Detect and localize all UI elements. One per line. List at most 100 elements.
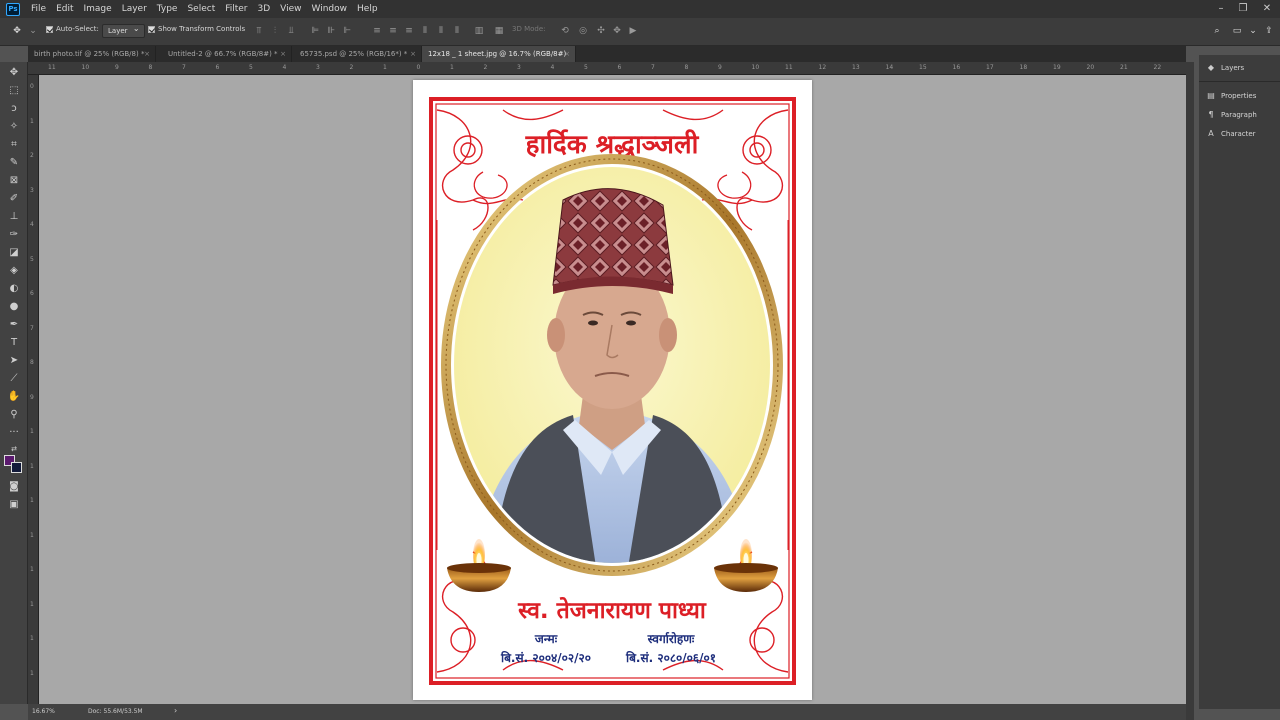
panel-layers[interactable]: ◆ Layers <box>1207 63 1244 72</box>
path-selection-icon[interactable]: ➤ <box>7 354 21 368</box>
restore-icon[interactable]: ❐ <box>1232 0 1254 18</box>
blur-tool-icon[interactable]: ◐ <box>7 282 21 296</box>
clone-stamp-icon[interactable]: ⊥ <box>7 210 21 224</box>
auto-select-checkbox[interactable]: Auto-Select: <box>46 25 99 33</box>
menu-help[interactable]: Help <box>352 0 383 18</box>
menu-type[interactable]: Type <box>152 0 183 18</box>
move-tool-preset-icon[interactable]: ✥ <box>12 26 22 36</box>
auto-align-icon[interactable]: ▥ <box>474 26 484 36</box>
menu-window[interactable]: Window <box>307 0 353 18</box>
tab-untitled-2[interactable]: Untitled-2 @ 66.7% (RGB/8#) * × <box>162 46 292 62</box>
align-top-icon[interactable]: ⫪ <box>254 26 264 36</box>
vertical-scrollbar[interactable] <box>1186 62 1194 720</box>
3d-scale-icon[interactable]: ▶ <box>628 26 638 36</box>
more-tools-icon[interactable]: ··· <box>7 426 21 440</box>
tab-65735[interactable]: 65735.psd @ 25% (RGB/16*) * × <box>294 46 422 62</box>
ruler-number: 6 <box>30 290 34 297</box>
tab-label: 65735.psd @ 25% (RGB/16*) * <box>300 50 408 58</box>
distribute-bottom-icon[interactable]: ≡ <box>404 26 414 36</box>
menu-3d[interactable]: 3D <box>253 0 276 18</box>
close-tab-icon[interactable]: × <box>564 46 570 62</box>
share-icon[interactable]: ⇪ <box>1264 26 1274 36</box>
menu-filter[interactable]: Filter <box>220 0 252 18</box>
checkbox-checked-icon <box>46 25 53 33</box>
search-icon[interactable]: ⌕ <box>1212 26 1222 36</box>
zoom-tool-icon[interactable]: ⚲ <box>7 408 21 422</box>
frame-tool-icon[interactable]: ⊠ <box>7 174 21 188</box>
birth-date: बि.सं. २००४/०२/२० <box>500 651 591 665</box>
distribute-top-icon[interactable]: ≡ <box>372 26 382 36</box>
close-tab-icon[interactable]: × <box>410 46 416 62</box>
align-hcenter-icon[interactable]: ⊪ <box>326 26 336 36</box>
dodge-tool-icon[interactable]: ● <box>7 300 21 314</box>
ruler-number: 1 <box>450 64 454 71</box>
align-left-icon[interactable]: ⊫ <box>310 26 320 36</box>
hand-tool-icon[interactable]: ✋ <box>7 390 21 404</box>
photoshop-logo-icon: Ps <box>6 2 20 16</box>
canvas-area[interactable]: हार्दिक श्रद्धाञ्जली स्व. तेजनारायण पाध्… <box>39 75 1186 704</box>
menu-select[interactable]: Select <box>182 0 220 18</box>
ruler-number: 4 <box>282 64 287 71</box>
panel-properties[interactable]: ▤ Properties <box>1207 91 1256 100</box>
align-right-icon[interactable]: ⊩ <box>342 26 352 36</box>
pen-tool-icon[interactable]: ✒ <box>7 318 21 332</box>
ruler-number: 0 <box>30 83 34 90</box>
3d-mode-icon: ▦ <box>494 26 504 36</box>
tab-birth-photo[interactable]: birth photo.tif @ 25% (RGB/8) * × <box>28 46 156 62</box>
type-tool-icon[interactable]: T <box>7 336 21 350</box>
menu-image[interactable]: Image <box>79 0 117 18</box>
background-color-swatch[interactable] <box>11 462 22 473</box>
distribute-left-icon[interactable]: ⦀ <box>420 26 430 36</box>
brush-tool-icon[interactable]: ✐ <box>7 192 21 206</box>
paint-bucket-icon[interactable]: ◈ <box>7 264 21 278</box>
panel-character[interactable]: A Character <box>1207 129 1255 138</box>
tab-12x18-sheet[interactable]: 12x18 _ 1 sheet.jpg @ 16.7% (RGB/8#) × <box>422 46 576 62</box>
move-tool-icon[interactable]: ✥ <box>7 66 21 80</box>
3d-pan-icon[interactable]: ✣ <box>596 26 606 36</box>
distribute-vcenter-icon[interactable]: ≡ <box>388 26 398 36</box>
screen-mode-icon[interactable]: ▣ <box>7 498 21 512</box>
ruler-number: 9 <box>115 64 119 71</box>
document-canvas[interactable]: हार्दिक श्रद्धाञ्जली स्व. तेजनारायण पाध्… <box>413 80 812 700</box>
minimize-icon[interactable]: – <box>1210 0 1232 18</box>
crop-tool-icon[interactable]: ⌗ <box>7 138 21 152</box>
close-tab-icon[interactable]: × <box>144 46 150 62</box>
panel-paragraph[interactable]: ¶ Paragraph <box>1207 110 1256 119</box>
eraser-tool-icon[interactable]: ◪ <box>7 246 21 260</box>
eyedropper-tool-icon[interactable]: ✎ <box>7 156 21 170</box>
ruler-number: 17 <box>986 64 994 71</box>
quick-mask-icon[interactable]: ◙ <box>7 480 21 494</box>
zoom-level[interactable]: 16.67% <box>32 708 55 715</box>
distribute-hcenter-icon[interactable]: ⦀ <box>436 26 446 36</box>
status-menu-arrow-icon[interactable]: › <box>174 706 177 715</box>
menu-view[interactable]: View <box>275 0 306 18</box>
menu-edit[interactable]: Edit <box>51 0 78 18</box>
line-tool-icon[interactable]: ⟋ <box>7 372 21 386</box>
chevron-down-icon[interactable]: ⌄ <box>1248 26 1258 36</box>
lasso-tool-icon[interactable]: ↄ <box>7 102 21 116</box>
tools-panel: ✥ ⬚ ↄ ✧ ⌗ ✎ ⊠ ✐ ⊥ ✑ ◪ ◈ ◐ ● ✒ T ➤ ⟋ ✋ ⚲ … <box>0 62 28 704</box>
ruler-number: 10 <box>81 64 90 71</box>
ruler-number: 8 <box>148 64 153 71</box>
menu-file[interactable]: File <box>26 0 51 18</box>
transform-controls-checkbox[interactable]: Show Transform Controls <box>148 25 245 33</box>
align-bottom-icon[interactable]: ⫫ <box>286 26 296 36</box>
ruler-number: 16 <box>952 64 961 71</box>
ruler-number: 7 <box>182 64 186 71</box>
swap-colors-icon[interactable]: ⇄ <box>7 442 21 456</box>
3d-roll-icon[interactable]: ◎ <box>578 26 588 36</box>
distribute-right-icon[interactable]: ⦀ <box>452 26 462 36</box>
auto-select-dropdown[interactable]: Layer <box>102 23 145 38</box>
align-vcenter-icon[interactable]: ⫶ <box>270 26 280 36</box>
magic-wand-icon[interactable]: ✧ <box>7 120 21 134</box>
close-tab-icon[interactable]: × <box>280 46 286 62</box>
3d-slide-icon[interactable]: ✥ <box>612 26 622 36</box>
menu-layer[interactable]: Layer <box>117 0 152 18</box>
history-brush-icon[interactable]: ✑ <box>7 228 21 242</box>
workspace-icon[interactable]: ▭ <box>1232 26 1242 36</box>
marquee-tool-icon[interactable]: ⬚ <box>7 84 21 98</box>
3d-rotate-icon[interactable]: ⟲ <box>560 26 570 36</box>
close-window-icon[interactable]: ✕ <box>1256 0 1278 18</box>
ruler-number: 8 <box>684 64 689 71</box>
chevron-down-icon[interactable]: ⌄ <box>28 26 38 36</box>
